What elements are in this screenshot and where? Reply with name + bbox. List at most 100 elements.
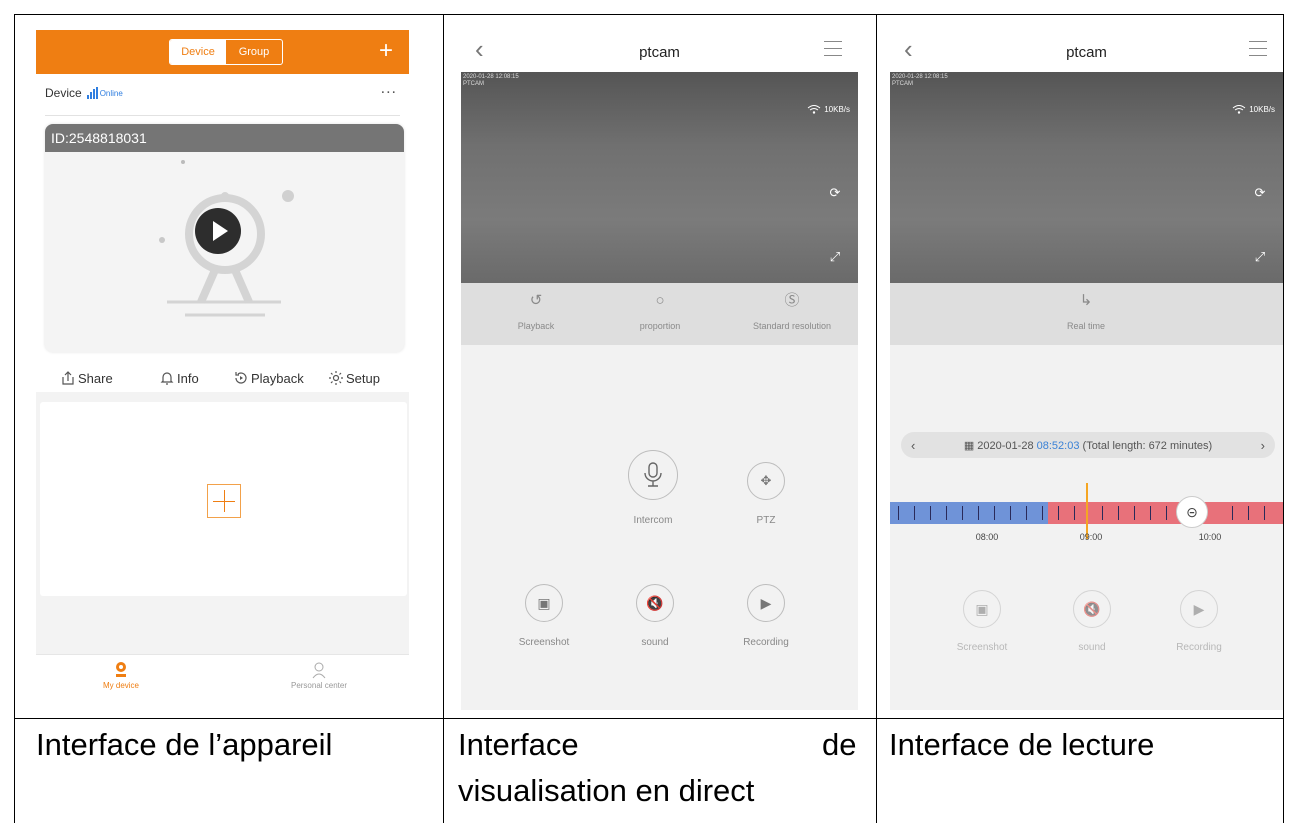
timeline-tick bbox=[1232, 506, 1233, 520]
total-length: (Total length: 672 minutes) bbox=[1082, 439, 1213, 452]
page-title: ptcam bbox=[1066, 44, 1107, 61]
ptz-label: PTZ bbox=[756, 515, 776, 526]
osd-timestamp: 2020-01-28 12:08:15 bbox=[892, 74, 948, 80]
osd-label: PTCAM bbox=[463, 81, 484, 87]
playback-label: Playback bbox=[251, 370, 304, 386]
rotate-icon[interactable]: ⟳ bbox=[1249, 182, 1271, 204]
tool-real-time[interactable]: ↳ Real time bbox=[1021, 289, 1151, 331]
device-group-toggle: Device Group bbox=[169, 39, 283, 65]
menu-icon[interactable] bbox=[824, 41, 842, 57]
menu-icon[interactable] bbox=[1249, 41, 1267, 57]
timeline-tick bbox=[1248, 506, 1249, 520]
device-card[interactable]: ID:2548818031 bbox=[45, 124, 404, 352]
tool-label: Playback bbox=[517, 321, 555, 331]
sound-label: sound bbox=[1078, 642, 1106, 653]
nav-my-device[interactable]: My device bbox=[51, 661, 191, 690]
playback-icon bbox=[235, 372, 247, 384]
tool-playback[interactable]: ↺ Playback bbox=[471, 289, 601, 331]
divider bbox=[45, 115, 400, 116]
timeline-tick bbox=[978, 506, 979, 520]
rotate-icon[interactable]: ⟳ bbox=[824, 182, 846, 204]
playback-button[interactable]: Playback bbox=[233, 370, 304, 386]
sound-button[interactable]: 🔇 bbox=[1073, 590, 1111, 628]
device-id: ID:2548818031 bbox=[45, 124, 404, 152]
share-label: Share bbox=[78, 370, 113, 386]
speed-label: 10KB/s bbox=[1249, 104, 1275, 114]
add-device-area[interactable] bbox=[40, 402, 407, 596]
timeline-tick bbox=[1010, 506, 1011, 520]
intercom-label: Intercom bbox=[633, 515, 673, 526]
share-button[interactable]: Share bbox=[60, 370, 113, 386]
date-selector: ‹ ▦ 2020-01-28 08:52:03 (Total length: 6… bbox=[901, 432, 1275, 458]
add-device-button[interactable]: + bbox=[379, 38, 393, 64]
nav-label: Personal center bbox=[290, 681, 348, 690]
camera-icon bbox=[116, 662, 126, 677]
date-value: 2020-01-28 bbox=[977, 439, 1034, 452]
fullscreen-icon[interactable]: ⤢ bbox=[824, 246, 846, 268]
timeline-tick bbox=[1264, 506, 1265, 520]
more-button[interactable]: ... bbox=[381, 80, 397, 98]
video-osd: 2020-01-28 12:08:15 PTCAM bbox=[892, 74, 948, 88]
timeline-cursor[interactable] bbox=[1086, 483, 1088, 539]
page-title: ptcam bbox=[639, 44, 680, 61]
device-list-screen: Device Group + Device Online ... ID:2548… bbox=[36, 30, 409, 710]
zoom-icon: ⊝ bbox=[1186, 504, 1198, 520]
fullscreen-icon[interactable]: ⤢ bbox=[1249, 246, 1271, 268]
osd-timestamp: 2020-01-28 12:08:15 bbox=[463, 74, 519, 80]
screenshot-button[interactable]: ▣ bbox=[963, 590, 1001, 628]
setup-button[interactable]: Setup bbox=[328, 370, 380, 386]
playback-icon: ↺ bbox=[529, 292, 543, 309]
timeline-tick bbox=[962, 506, 963, 520]
timeline-label: 10:00 bbox=[1198, 532, 1222, 542]
recording-button[interactable]: ▶ bbox=[747, 584, 785, 622]
caption-live-view-1: Interface bbox=[458, 727, 579, 762]
caption-live-view-2: de bbox=[822, 727, 857, 762]
prev-day-button[interactable]: ‹ bbox=[911, 438, 915, 453]
ptz-button[interactable]: ✥ bbox=[747, 462, 785, 500]
tab-device[interactable]: Device bbox=[170, 40, 226, 64]
share-icon bbox=[62, 371, 74, 385]
setup-label: Setup bbox=[346, 370, 380, 386]
zoom-out-button[interactable]: ⊝ bbox=[1176, 496, 1208, 528]
screenshot-button[interactable]: ▣ bbox=[525, 584, 563, 622]
video-view[interactable]: 2020-01-28 12:08:15 PTCAM 10KB/s ⟳ ⤢ bbox=[890, 72, 1283, 283]
tool-label: Real time bbox=[1066, 321, 1105, 331]
timeline-tick bbox=[1058, 506, 1059, 520]
timeline-tick bbox=[1042, 506, 1043, 520]
tool-standard-resolution[interactable]: Ⓢ Standard resolution bbox=[727, 289, 857, 331]
comparison-table: Device Group + Device Online ... ID:2548… bbox=[0, 0, 1296, 823]
info-label: Info bbox=[177, 370, 199, 386]
osd-label: PTCAM bbox=[892, 81, 913, 87]
header: ‹ ptcam bbox=[461, 28, 858, 72]
tool-proportion[interactable]: ○ proportion bbox=[595, 289, 725, 331]
timeline-tick bbox=[1118, 506, 1119, 520]
video-view[interactable]: 2020-01-28 12:08:15 PTCAM 10KB/s ⟳ ⤢ bbox=[461, 72, 858, 283]
next-day-button[interactable]: › bbox=[1261, 438, 1265, 453]
recording-label: Recording bbox=[743, 637, 789, 648]
device-row[interactable]: Device Online bbox=[45, 86, 123, 100]
tab-group[interactable]: Group bbox=[226, 40, 282, 64]
nav-personal-center[interactable]: Personal center bbox=[249, 661, 389, 690]
timeline-tick bbox=[914, 506, 915, 520]
ptz-icon: ✥ bbox=[760, 473, 772, 488]
sound-button[interactable]: 🔇 bbox=[636, 584, 674, 622]
play-button[interactable] bbox=[195, 208, 241, 254]
status-badge: Online bbox=[99, 88, 123, 98]
camera-icon: ▣ bbox=[975, 601, 989, 617]
video-osd: 2020-01-28 12:08:15 PTCAM bbox=[463, 74, 519, 88]
caption-device-interface: Interface de l’appareil bbox=[36, 727, 333, 762]
timeline-tick bbox=[1166, 506, 1167, 520]
info-button[interactable]: Info bbox=[159, 370, 199, 386]
play-icon bbox=[213, 221, 228, 241]
wifi-icon bbox=[1232, 105, 1246, 114]
timeline-tick bbox=[994, 506, 995, 520]
timeline-label: 08:00 bbox=[975, 532, 999, 542]
gear-icon bbox=[329, 371, 343, 385]
table-divider bbox=[14, 718, 1284, 719]
table-border-left bbox=[14, 14, 15, 823]
intercom-button[interactable] bbox=[628, 450, 678, 500]
timeline-tick bbox=[1102, 506, 1103, 520]
date-display[interactable]: ▦ 2020-01-28 08:52:03 (Total length: 672… bbox=[964, 439, 1212, 452]
sd-icon: Ⓢ bbox=[784, 292, 800, 309]
recording-button[interactable]: ▶ bbox=[1180, 590, 1218, 628]
